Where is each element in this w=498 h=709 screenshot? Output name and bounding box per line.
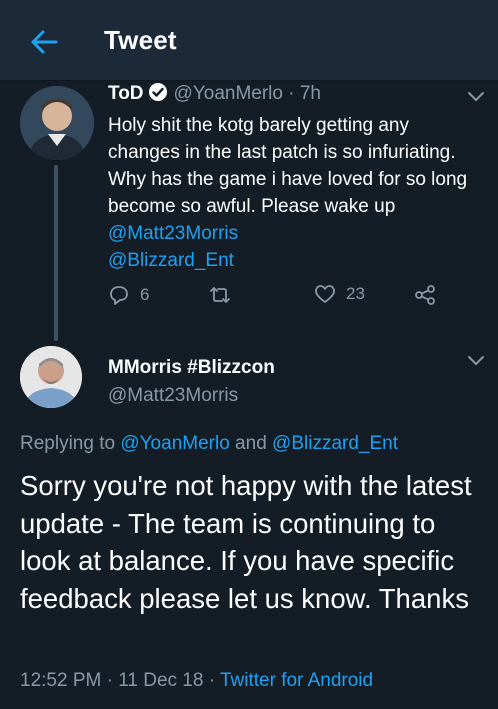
tweet-actions: 6 23 bbox=[108, 284, 448, 314]
tweet-time: 12:52 PM bbox=[20, 670, 102, 691]
reply-icon bbox=[110, 286, 128, 305]
arrow-left-icon[interactable] bbox=[28, 26, 60, 58]
tweet-meta: 12:52 PM · 11 Dec 18 · Twitter for Andro… bbox=[20, 670, 373, 692]
tweet-page: Tweet ToD @YoanMerlo · 7h Holy shit the k… bbox=[0, 0, 498, 709]
tweet-date: 11 Dec 18 bbox=[118, 670, 204, 691]
share-icon bbox=[415, 285, 435, 305]
share-button[interactable] bbox=[414, 284, 436, 306]
mention-link[interactable]: @Blizzard_Ent bbox=[272, 433, 398, 454]
avatar[interactable] bbox=[20, 346, 82, 408]
mention-link[interactable]: @Blizzard_Ent bbox=[108, 250, 234, 271]
replying-to: Replying to @YoanMerlo and @Blizzard_Ent bbox=[20, 433, 398, 455]
display-name[interactable]: ToD bbox=[108, 83, 144, 104]
tweet-parent: ToD @YoanMerlo · 7h Holy shit the kotg ba… bbox=[108, 82, 468, 274]
tweet-text: Holy shit the kotg barely getting any ch… bbox=[108, 112, 478, 274]
user-handle[interactable]: @YoanMerlo bbox=[174, 83, 283, 104]
replying-prefix: Replying to bbox=[20, 433, 121, 454]
user-handle[interactable]: @Matt23Morris bbox=[108, 385, 238, 407]
mention-link[interactable]: @YoanMerlo bbox=[120, 433, 229, 454]
client-link[interactable]: Twitter for Android bbox=[220, 670, 373, 691]
replying-and: and bbox=[229, 433, 273, 454]
meta-dot: · bbox=[101, 670, 119, 691]
display-name[interactable]: MMorris #Blizzcon bbox=[108, 357, 275, 379]
mention-link[interactable]: @Matt23Morris bbox=[108, 223, 238, 244]
tweet-time: · 7h bbox=[288, 83, 321, 104]
tweet-body: Holy shit the kotg barely getting any ch… bbox=[108, 115, 468, 217]
page-title: Tweet bbox=[104, 25, 177, 55]
thread-line bbox=[54, 165, 58, 341]
reply-button[interactable]: 6 bbox=[108, 284, 149, 306]
like-count: 23 bbox=[346, 284, 365, 303]
reply-count: 6 bbox=[140, 285, 150, 304]
chevron-down-icon[interactable] bbox=[467, 355, 485, 367]
chevron-down-icon[interactable] bbox=[467, 91, 485, 103]
meta-dot: · bbox=[203, 670, 220, 691]
retweet-button[interactable] bbox=[208, 284, 232, 306]
verified-icon bbox=[148, 82, 168, 109]
retweet-icon bbox=[210, 287, 230, 303]
avatar[interactable] bbox=[20, 86, 94, 160]
like-button[interactable]: 23 bbox=[314, 284, 365, 304]
tweet-text: Sorry you're not happy with the latest u… bbox=[20, 470, 472, 614]
heart-icon bbox=[315, 285, 335, 303]
top-bar: Tweet bbox=[0, 0, 498, 81]
